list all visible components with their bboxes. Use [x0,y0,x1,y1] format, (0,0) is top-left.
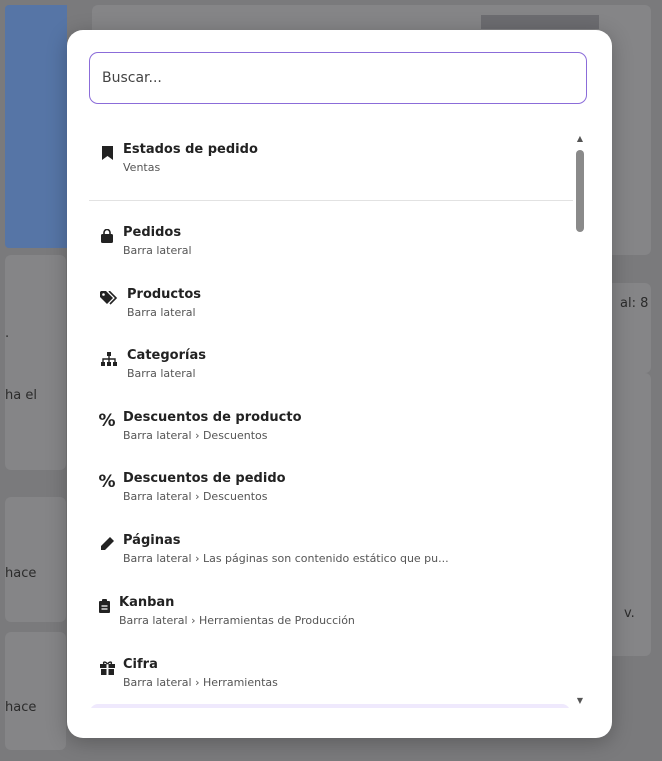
background-text: . [5,326,10,341]
bookmark-icon [97,144,117,162]
shopping-bag-icon [97,227,117,245]
clipboard-icon [97,597,111,615]
result-subtitle: Barra lateral › Descuentos [123,429,268,442]
result-subtitle: Barra lateral [123,244,192,257]
result-title: Kanban [119,595,175,610]
results-list[interactable]: Estados de pedido Ventas Pedidos Barra l… [89,130,573,708]
background-text: al: 8 [620,296,649,311]
background-text: hace [5,566,37,581]
command-palette-modal: Estados de pedido Ventas Pedidos Barra l… [67,30,612,738]
search-input[interactable] [89,52,587,104]
percent-icon: % [98,472,116,492]
background-blue-panel [5,5,67,248]
result-subtitle: Barra lateral [127,306,196,319]
result-subtitle: Barra lateral › Descuentos [123,490,268,503]
result-title: Cifra [123,657,158,672]
result-title: Categorías [127,348,206,363]
result-subtitle: Barra lateral [127,367,196,380]
result-subtitle: Ventas [123,161,161,174]
result-title: Estados de pedido [123,142,258,157]
percent-icon: % [98,411,116,431]
background-card [5,255,66,470]
results-divider [89,200,573,201]
gift-icon [97,659,117,677]
result-title: Descuentos de pedido [123,471,286,486]
result-title: Productos [127,287,202,302]
result-subtitle: Barra lateral › Herramientas de Producci… [119,614,355,627]
tags-icon [99,289,119,307]
background-dark-block [481,15,599,29]
sitemap-icon [99,350,119,368]
background-text: hace [5,700,37,715]
next-result-highlight[interactable] [90,704,570,708]
result-title: Descuentos de producto [123,410,302,425]
background-text: ha el [5,388,37,403]
result-subtitle: Barra lateral › Las páginas son contenid… [123,552,449,565]
pencil-icon [97,535,117,553]
result-subtitle: Barra lateral › Herramientas [123,676,278,689]
scroll-down-arrow-icon[interactable]: ▼ [575,696,585,706]
result-title: Pedidos [123,225,182,240]
background-card [5,497,66,622]
scroll-up-arrow-icon[interactable]: ▲ [575,134,585,144]
result-title: Páginas [123,533,181,548]
background-card [5,632,66,750]
background-text: v. [624,606,635,621]
scrollbar-thumb[interactable] [576,150,584,232]
